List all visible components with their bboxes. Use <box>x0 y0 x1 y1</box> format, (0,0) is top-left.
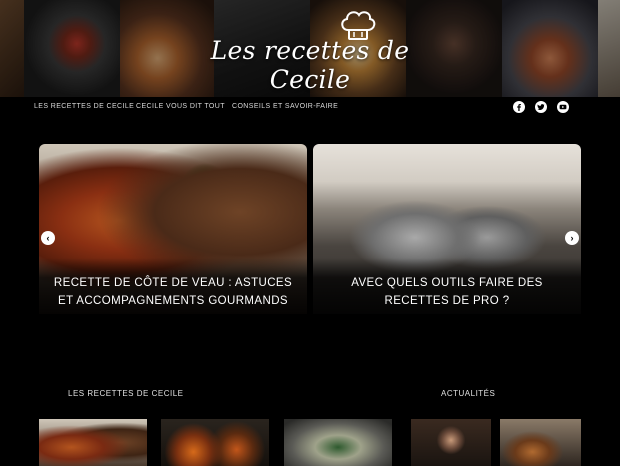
youtube-icon[interactable] <box>557 101 569 113</box>
main-nav: LES RECETTES DE CECILE CECILE VOUS DIT T… <box>0 97 620 119</box>
chevron-left-icon[interactable]: ‹ <box>41 231 55 245</box>
site-logo-text: Les recettes de Cecile <box>210 36 410 94</box>
nav-item-recettes[interactable]: LES RECETTES DE CECILE <box>34 103 134 110</box>
news-thumbnail[interactable] <box>500 419 581 466</box>
section-title-recettes: LES RECETTES DE CECILE <box>68 389 184 398</box>
twitter-icon[interactable] <box>535 101 547 113</box>
slide-card[interactable]: AVEC QUELS OUTILS FAIRE DES RECETTES DE … <box>313 144 581 314</box>
featured-slider: RECETTE DE CÔTE DE VEAU : ASTUCES ET ACC… <box>39 144 581 314</box>
section-title-actualites: ACTUALITÉS <box>441 389 496 398</box>
slide-title[interactable]: AVEC QUELS OUTILS FAIRE DES RECETTES DE … <box>321 274 573 310</box>
site-logo[interactable]: Les recettes de Cecile <box>200 6 420 94</box>
slide-title[interactable]: RECETTE DE CÔTE DE VEAU : ASTUCES ET ACC… <box>47 274 299 310</box>
header-banner: Les recettes de Cecile <box>0 0 620 97</box>
slide-card[interactable]: RECETTE DE CÔTE DE VEAU : ASTUCES ET ACC… <box>39 144 307 314</box>
facebook-icon[interactable] <box>513 101 525 113</box>
recipe-thumbnail[interactable] <box>39 419 147 466</box>
nav-item-conseils[interactable]: CONSEILS ET SAVOIR-FAIRE <box>232 103 338 110</box>
nav-item-cecile-dit-tout[interactable]: CECILE VOUS DIT TOUT <box>136 103 225 110</box>
recipe-thumbnail[interactable] <box>284 419 392 466</box>
recipe-thumbnail[interactable] <box>161 419 269 466</box>
chevron-right-icon[interactable]: › <box>565 231 579 245</box>
news-thumbnail[interactable] <box>411 419 491 466</box>
